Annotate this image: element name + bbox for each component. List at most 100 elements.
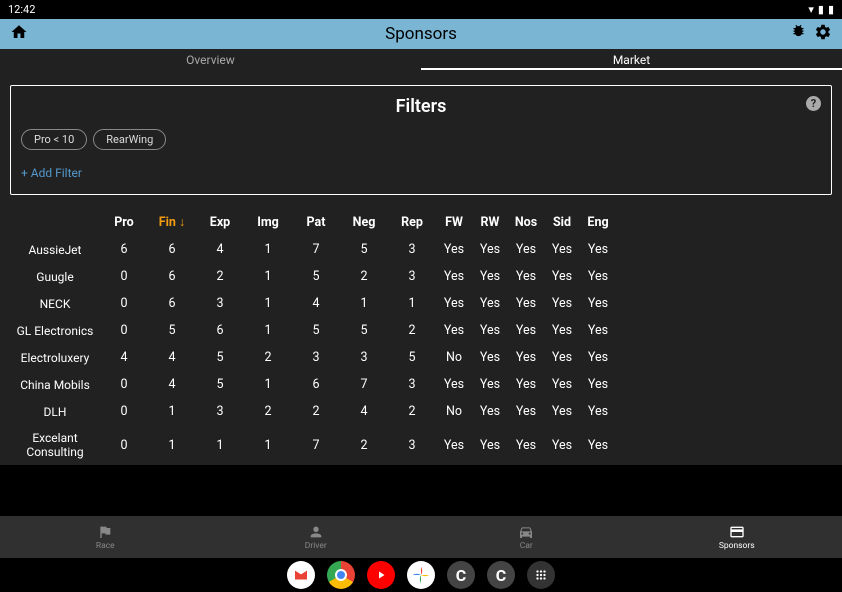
col-pro[interactable]: Pro	[100, 209, 148, 236]
cell-value: Yes	[508, 290, 544, 317]
bug-icon[interactable]	[791, 23, 806, 45]
cell-value: 3	[292, 344, 340, 371]
sponsors-icon	[729, 524, 745, 540]
sponsor-name: Guugle	[10, 263, 100, 290]
table-row[interactable]: GL Electronics0561552YesYesYesYesYes	[10, 317, 616, 344]
cell-value: 1	[148, 398, 196, 425]
cell-value: 2	[244, 398, 292, 425]
cell-value: Yes	[544, 317, 580, 344]
col-fw[interactable]: FW	[436, 209, 472, 236]
android-dock: C C	[0, 558, 842, 592]
table-row[interactable]: Guugle0621523YesYesYesYesYes	[10, 263, 616, 290]
cell-value: 1	[244, 290, 292, 317]
sponsor-name: China Mobils	[10, 371, 100, 398]
chrome-icon[interactable]	[327, 561, 355, 589]
cell-value: 5	[340, 317, 388, 344]
table-header-row: Pro Fin ↓ Exp Img Pat Neg Rep FW RW Nos …	[10, 209, 616, 236]
nav-sponsors[interactable]: Sponsors	[632, 516, 842, 558]
table-row[interactable]: Electroluxery4452335NoYesYesYesYes	[10, 344, 616, 371]
cell-value: 3	[196, 290, 244, 317]
cell-value: Yes	[436, 425, 472, 465]
col-fin[interactable]: Fin ↓	[148, 209, 196, 236]
home-icon[interactable]	[10, 23, 28, 45]
cell-value: Yes	[472, 371, 508, 398]
app-drawer-icon[interactable]	[527, 561, 555, 589]
cell-value: Yes	[436, 263, 472, 290]
cell-value: 3	[340, 344, 388, 371]
cell-value: 3	[196, 398, 244, 425]
cell-value: 2	[388, 398, 436, 425]
table-row[interactable]: NECK0631411YesYesYesYesYes	[10, 290, 616, 317]
col-rep[interactable]: Rep	[388, 209, 436, 236]
nav-driver[interactable]: Driver	[211, 516, 422, 558]
col-pat[interactable]: Pat	[292, 209, 340, 236]
filter-chips: Pro < 10 RearWing	[21, 129, 821, 150]
cell-value: 6	[148, 236, 196, 263]
settings-icon[interactable]	[814, 23, 832, 45]
cell-value: 0	[100, 290, 148, 317]
col-sid[interactable]: Sid	[544, 209, 580, 236]
col-nos[interactable]: Nos	[508, 209, 544, 236]
car-icon	[518, 524, 534, 540]
table-row[interactable]: DLH0132242NoYesYesYesYes	[10, 398, 616, 425]
cell-value: 4	[148, 371, 196, 398]
gmail-icon[interactable]	[287, 561, 315, 589]
filter-chip-pro[interactable]: Pro < 10	[21, 129, 87, 150]
cell-value: 3	[388, 425, 436, 465]
youtube-icon[interactable]	[367, 561, 395, 589]
cell-value: Yes	[508, 263, 544, 290]
cell-value: No	[436, 398, 472, 425]
cell-value: 2	[244, 344, 292, 371]
cell-value: 5	[196, 371, 244, 398]
cell-value: 1	[244, 425, 292, 465]
filters-panel: Filters ? Pro < 10 RearWing + Add Filter	[10, 85, 832, 195]
col-img[interactable]: Img	[244, 209, 292, 236]
sponsor-name: Excelant Consulting	[10, 425, 100, 465]
cell-value: Yes	[580, 317, 616, 344]
cell-value: 5	[292, 317, 340, 344]
photos-icon[interactable]	[407, 561, 435, 589]
tab-overview[interactable]: Overview	[0, 49, 421, 70]
filter-chip-rearwing[interactable]: RearWing	[93, 129, 166, 150]
tab-market[interactable]: Market	[421, 49, 842, 70]
sponsor-name: GL Electronics	[10, 317, 100, 344]
cell-value: 1	[244, 317, 292, 344]
cell-value: 4	[196, 236, 244, 263]
cell-value: Yes	[436, 290, 472, 317]
app-icon-1[interactable]: C	[447, 561, 475, 589]
cell-value: 0	[100, 317, 148, 344]
cell-value: 2	[340, 263, 388, 290]
col-rw[interactable]: RW	[472, 209, 508, 236]
table-row[interactable]: Excelant Consulting0111723YesYesYesYesYe…	[10, 425, 616, 465]
sponsors-table: Pro Fin ↓ Exp Img Pat Neg Rep FW RW Nos …	[10, 209, 616, 465]
nav-car[interactable]: Car	[421, 516, 632, 558]
cell-value: Yes	[544, 398, 580, 425]
cell-value: Yes	[580, 236, 616, 263]
signal-icon: ▮	[818, 3, 824, 16]
cell-value: Yes	[472, 290, 508, 317]
cell-value: 5	[388, 344, 436, 371]
wifi-icon: ▾	[808, 3, 814, 16]
nav-race[interactable]: Race	[0, 516, 211, 558]
cell-value: 2	[196, 263, 244, 290]
cell-value: Yes	[508, 371, 544, 398]
cell-value: 6	[148, 263, 196, 290]
col-exp[interactable]: Exp	[196, 209, 244, 236]
help-icon[interactable]: ?	[806, 96, 821, 111]
cell-value: Yes	[472, 425, 508, 465]
table-row[interactable]: China Mobils0451673YesYesYesYesYes	[10, 371, 616, 398]
cell-value: Yes	[508, 344, 544, 371]
cell-value: Yes	[508, 398, 544, 425]
cell-value: 4	[100, 344, 148, 371]
table-row[interactable]: AussieJet6641753YesYesYesYesYes	[10, 236, 616, 263]
cell-value: 1	[148, 425, 196, 465]
add-filter-button[interactable]: + Add Filter	[21, 166, 821, 180]
sort-arrow-down-icon: ↓	[179, 215, 185, 230]
app-icon-2[interactable]: C	[487, 561, 515, 589]
cell-value: 5	[340, 236, 388, 263]
cell-value: Yes	[436, 371, 472, 398]
col-neg[interactable]: Neg	[340, 209, 388, 236]
cell-value: 0	[100, 263, 148, 290]
col-eng[interactable]: Eng	[580, 209, 616, 236]
cell-value: Yes	[544, 236, 580, 263]
